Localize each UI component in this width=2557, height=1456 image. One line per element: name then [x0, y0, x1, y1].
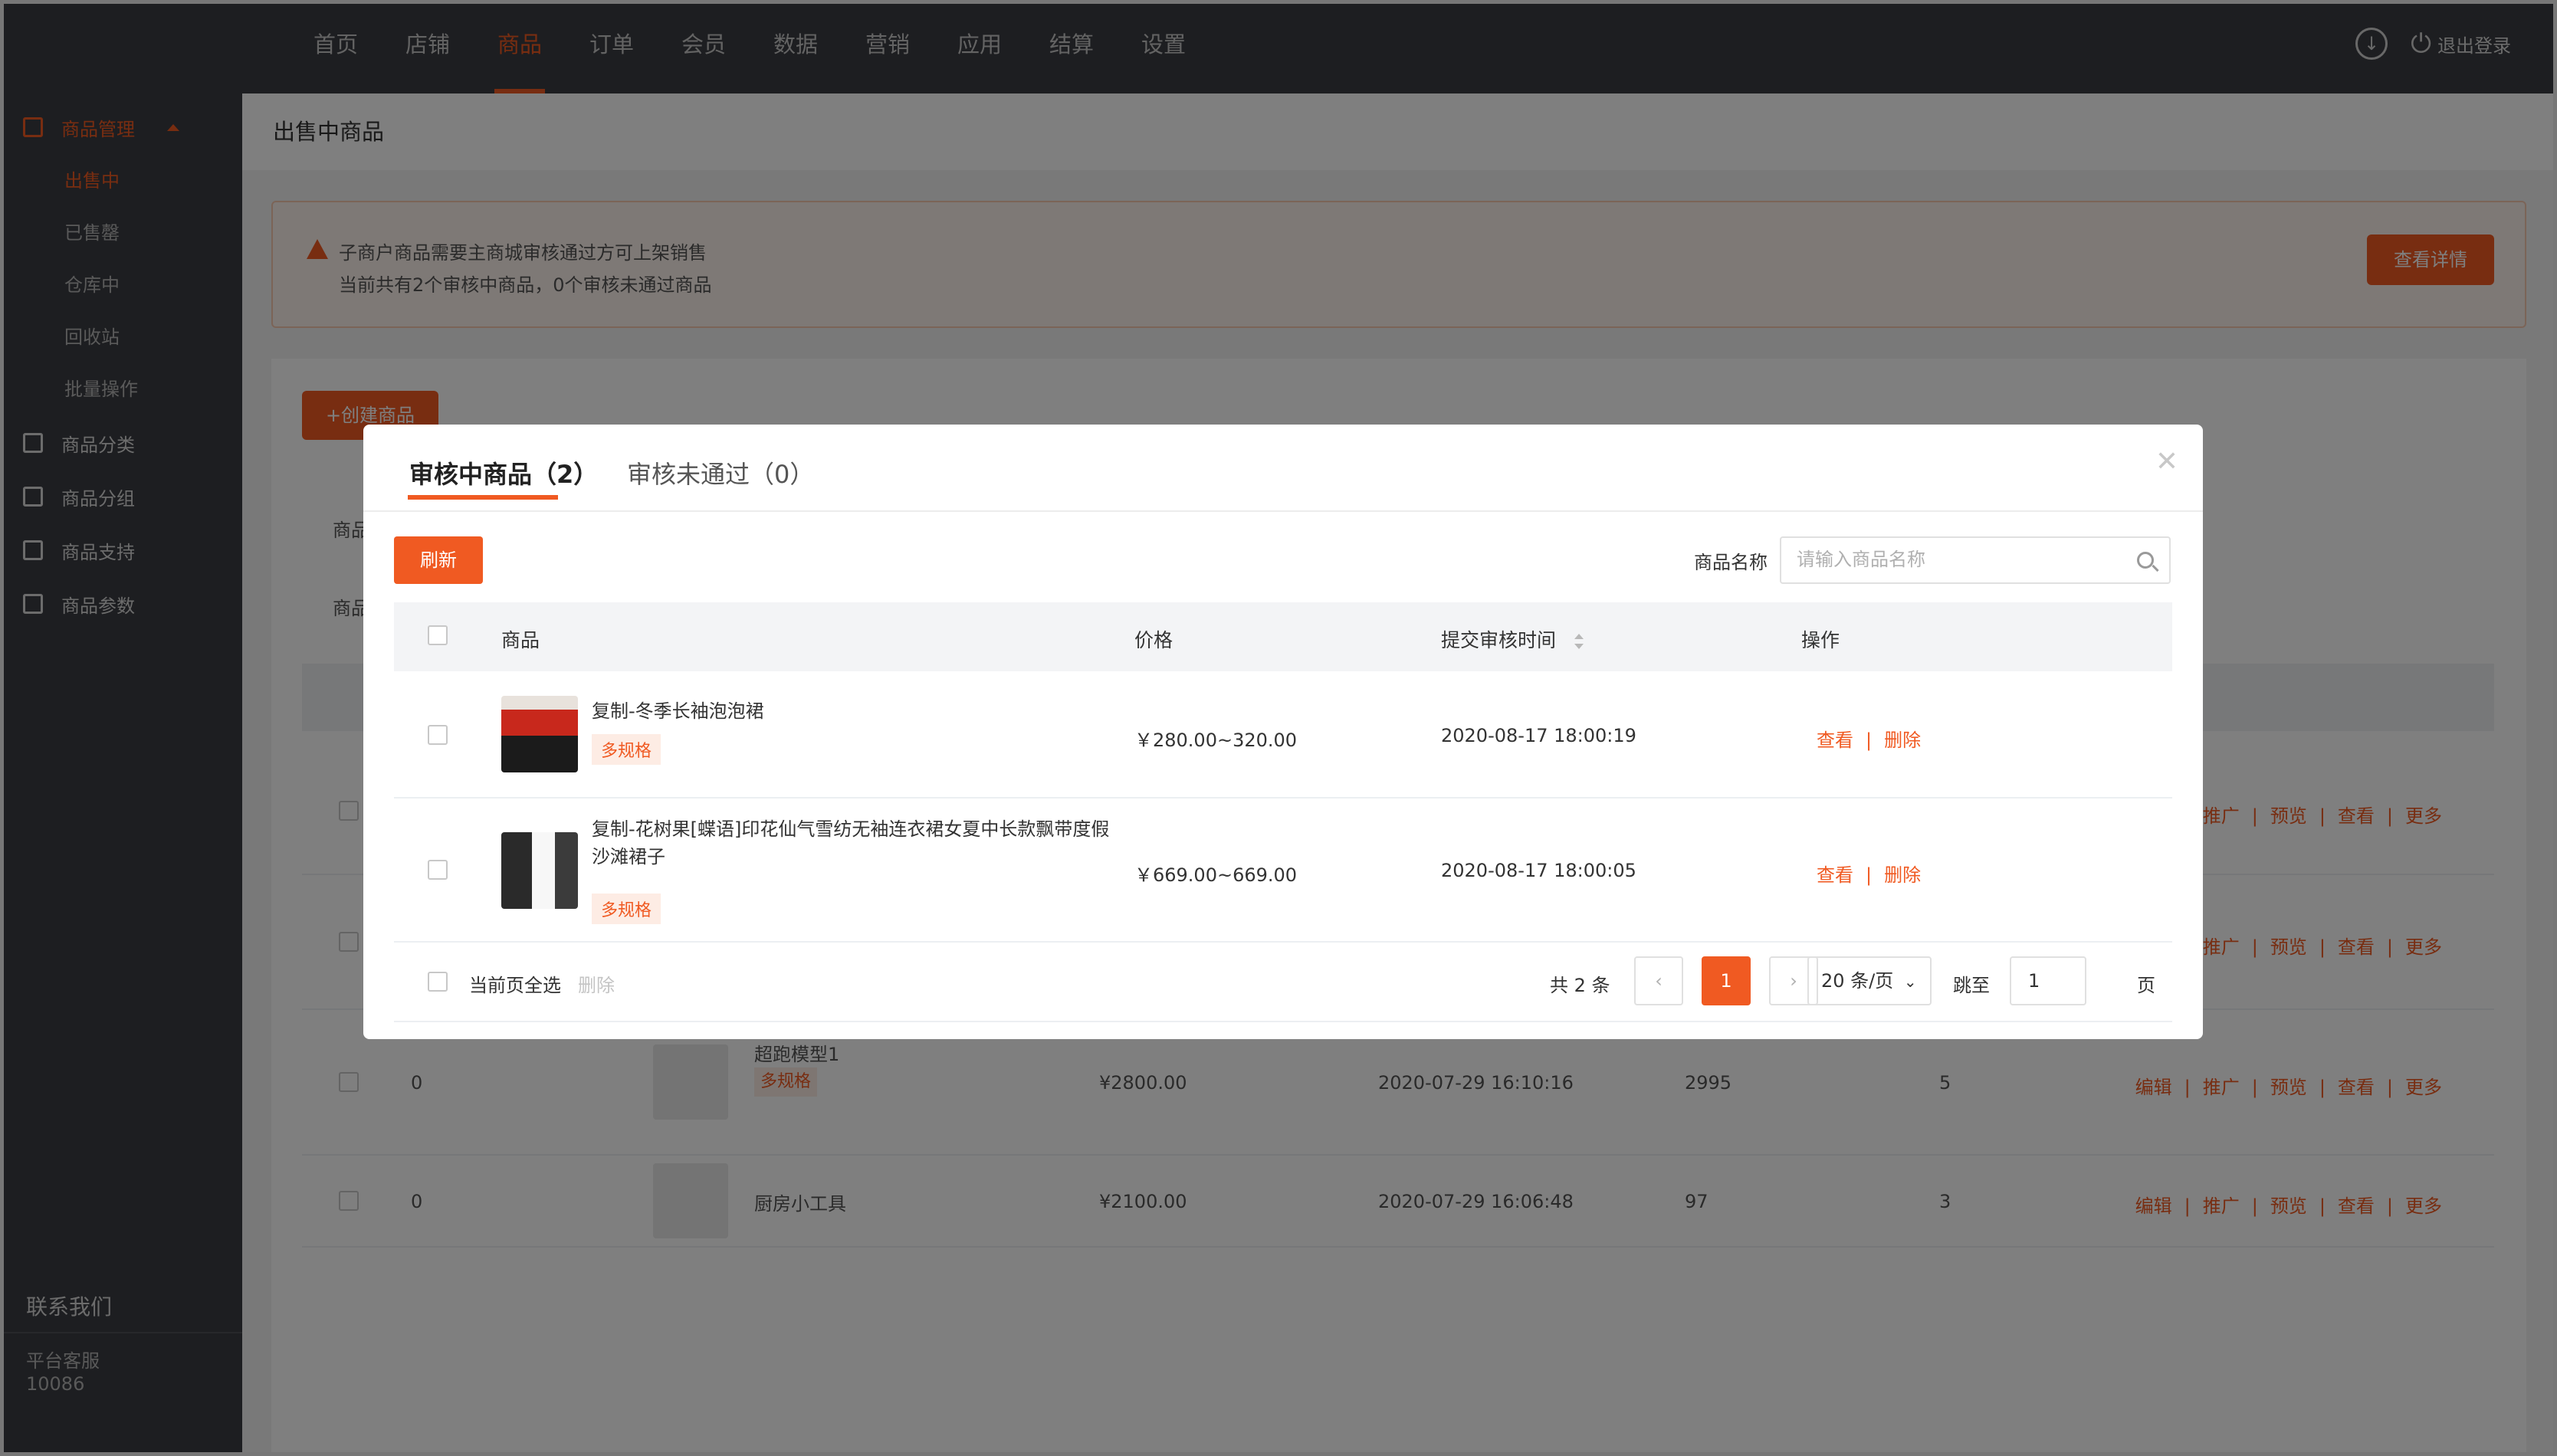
- delete-link[interactable]: 删除: [1884, 864, 1921, 886]
- tab-under-review[interactable]: 审核中商品（2）: [409, 455, 598, 490]
- separator: |: [1866, 730, 1873, 751]
- goto-label: 跳至: [1953, 975, 1990, 996]
- table-row: 复制-花树果[蝶语]印花仙气雪纺无袖连衣裙女夏中长款飘带度假沙滩裙子 多规格 ￥…: [394, 799, 2172, 943]
- column-submit-time-label: 提交审核时间: [1441, 629, 1557, 651]
- column-product: 商品: [501, 629, 540, 651]
- separator: |: [1866, 864, 1873, 886]
- column-actions: 操作: [1801, 629, 1840, 651]
- row-checkbox[interactable]: [428, 860, 448, 880]
- table-row: 复制-冬季长袖泡泡裙 多规格 ￥280.00~320.00 2020-08-17…: [394, 671, 2172, 799]
- product-thumbnail: [501, 832, 578, 909]
- modal-tabs: 审核中商品（2） 审核未通过（0） ✕: [363, 425, 2203, 512]
- column-submit-time[interactable]: 提交审核时间: [1441, 625, 1584, 653]
- close-icon[interactable]: ✕: [2155, 446, 2178, 477]
- submit-time: 2020-08-17 18:00:19: [1441, 725, 1636, 746]
- page-size-select[interactable]: 20 条/页 ⌄: [1807, 956, 1932, 1005]
- batch-delete-button[interactable]: 删除: [578, 970, 615, 997]
- delete-link[interactable]: 删除: [1884, 730, 1921, 751]
- page-suffix: 页: [2137, 975, 2155, 996]
- select-page-checkbox[interactable]: [428, 972, 448, 992]
- select-all-label[interactable]: 当前页全选: [469, 970, 561, 997]
- review-modal: 审核中商品（2） 审核未通过（0） ✕ 刷新 商品名称 商品 价格 提交审核时间…: [363, 425, 2203, 1039]
- product-name[interactable]: 复制-冬季长袖泡泡裙: [592, 697, 764, 725]
- page-button[interactable]: 1: [1702, 956, 1751, 1005]
- modal-footer: 当前页全选 删除 共 2 条 ‹ 1 › 20 条/页 ⌄ 跳至 1 页: [394, 943, 2172, 1022]
- row-checkbox[interactable]: [428, 725, 448, 745]
- chevron-left-icon: ‹: [1655, 970, 1663, 992]
- product-thumbnail: [501, 696, 578, 772]
- goto-page-input[interactable]: 1: [2010, 956, 2086, 1005]
- spec-tag: 多规格: [592, 894, 661, 924]
- prev-page-button[interactable]: ‹: [1634, 956, 1683, 1005]
- refresh-button[interactable]: 刷新: [394, 536, 483, 584]
- row-actions: 查看 | 删除: [1817, 860, 1921, 887]
- submit-time: 2020-08-17 18:00:05: [1441, 860, 1636, 881]
- page-size-value: 20 条/页: [1821, 970, 1894, 992]
- product-price: ￥280.00~320.00: [1134, 730, 1298, 751]
- product-price: ￥669.00~669.00: [1134, 864, 1298, 886]
- column-price: 价格: [1134, 629, 1173, 651]
- select-all-checkbox[interactable]: [428, 625, 448, 645]
- total-count: 共 2 条: [1550, 975, 1610, 996]
- tab-rejected[interactable]: 审核未通过（0）: [627, 455, 814, 490]
- active-tab-indicator: [408, 495, 558, 500]
- search-box: [1780, 536, 2171, 584]
- chevron-down-icon: ⌄: [1903, 972, 1917, 991]
- chevron-right-icon: ›: [1790, 970, 1797, 992]
- search-label: 商品名称: [1694, 552, 1768, 573]
- search-input[interactable]: [1797, 538, 2134, 582]
- product-name[interactable]: 复制-花树果[蝶语]印花仙气雪纺无袖连衣裙女夏中长款飘带度假沙滩裙子: [592, 815, 1121, 871]
- view-link[interactable]: 查看: [1817, 864, 1853, 886]
- search-icon[interactable]: [2137, 552, 2154, 569]
- modal-table-header: 商品 价格 提交审核时间 操作: [394, 602, 2172, 671]
- spec-tag: 多规格: [592, 734, 661, 765]
- row-actions: 查看 | 删除: [1817, 725, 1921, 752]
- sort-icon[interactable]: [1574, 632, 1584, 651]
- view-link[interactable]: 查看: [1817, 730, 1853, 751]
